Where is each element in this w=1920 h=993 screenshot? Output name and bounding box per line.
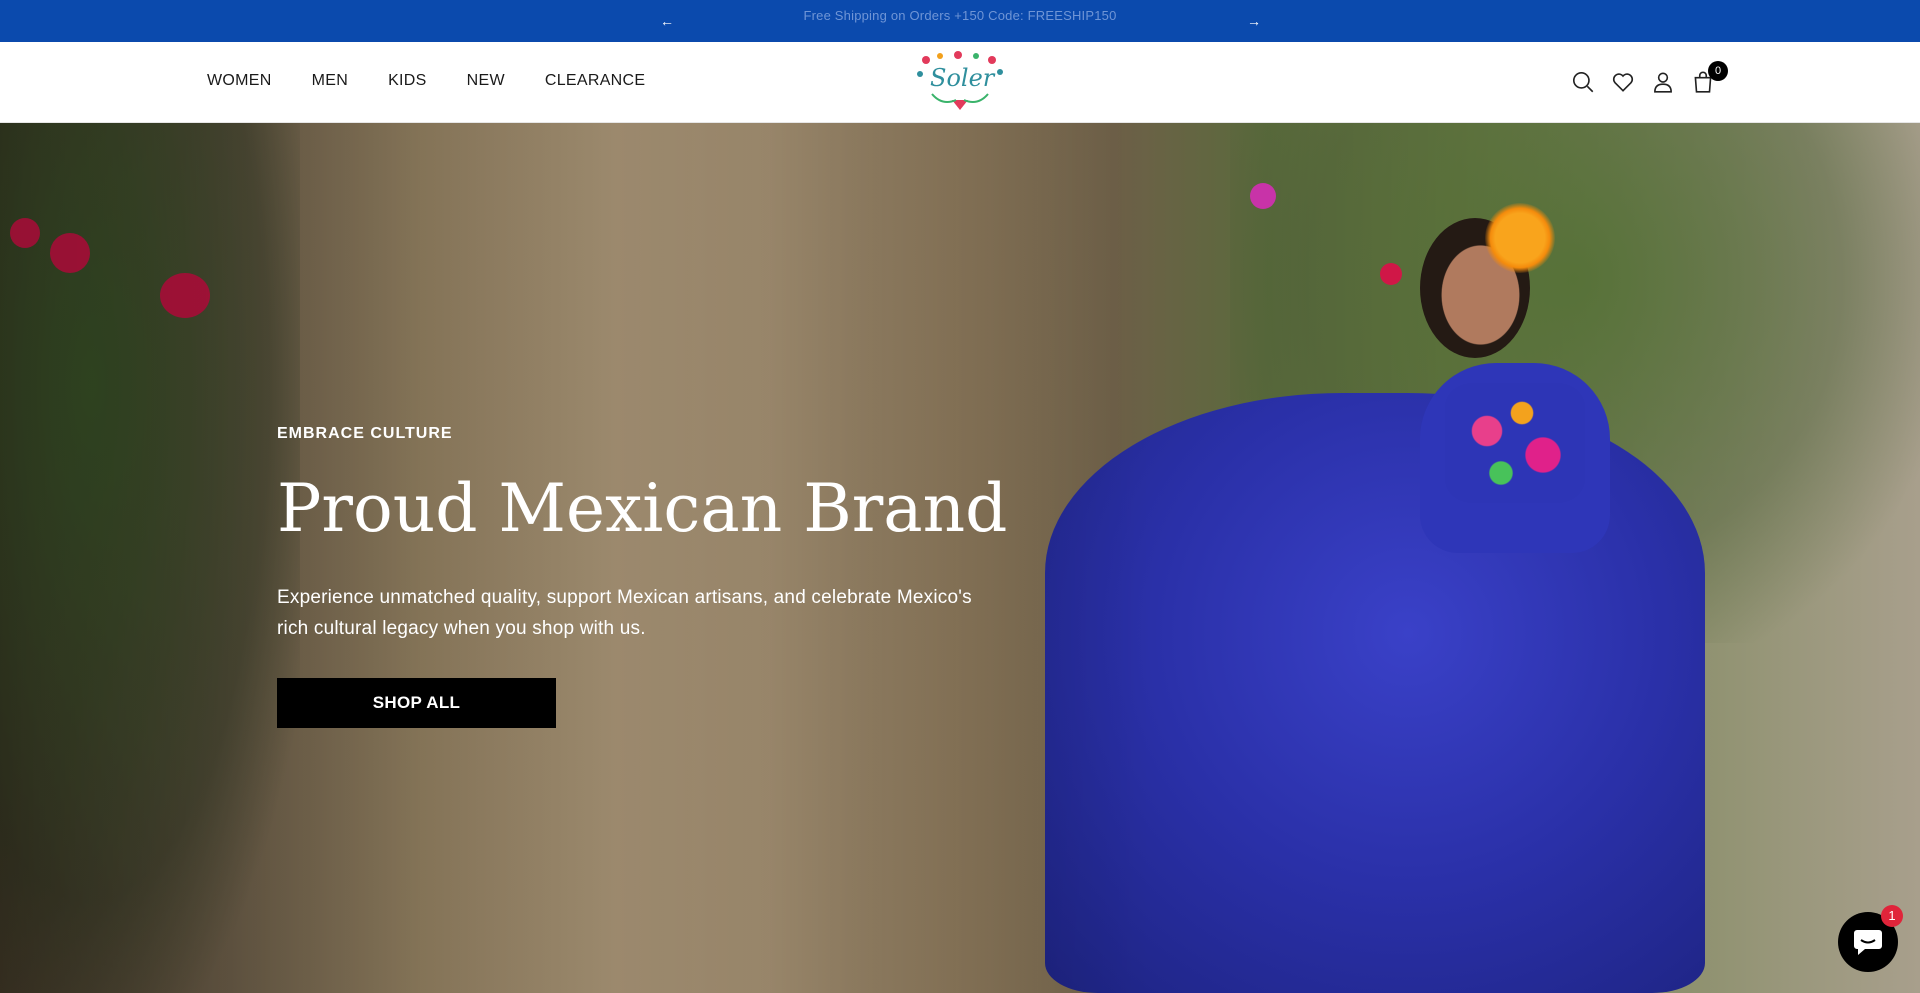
site-header: WOMEN MEN KIDS NEW CLEARANCE Soler 0 xyxy=(0,42,1920,123)
chat-badge: 1 xyxy=(1881,905,1903,927)
hero-eyebrow: EMBRACE CULTURE xyxy=(277,425,453,442)
heart-icon[interactable] xyxy=(1610,69,1638,97)
account-icon[interactable] xyxy=(1650,69,1678,97)
hero-content: EMBRACE CULTURE Proud Mexican Brand Expe… xyxy=(277,424,1037,728)
announcement-message: Free Shipping on Orders +150 Code: FREES… xyxy=(803,8,1117,23)
hero-headline: Proud Mexican Brand xyxy=(277,470,1008,547)
logo-text: Soler xyxy=(930,64,995,92)
nav-item-clearance[interactable]: CLEARANCE xyxy=(545,70,646,92)
hero-subtext: Experience unmatched quality, support Me… xyxy=(277,587,972,639)
search-icon[interactable] xyxy=(1570,69,1598,97)
shop-all-button[interactable]: SHOP ALL xyxy=(277,678,556,728)
main-nav: WOMEN MEN KIDS NEW CLEARANCE xyxy=(207,70,685,92)
announcement-prev-button[interactable]: ← xyxy=(657,11,677,31)
nav-item-men[interactable]: MEN xyxy=(312,70,348,92)
nav-item-kids[interactable]: KIDS xyxy=(388,70,427,92)
cart-count-badge: 0 xyxy=(1708,61,1728,81)
announcement-bar: ← Free Shipping on Orders +150 Code: FRE… xyxy=(0,0,1920,42)
header-icons: 0 xyxy=(1570,61,1730,97)
chat-icon xyxy=(1854,930,1882,955)
nav-item-women[interactable]: WOMEN xyxy=(207,70,272,92)
announcement-next-button[interactable]: → xyxy=(1244,11,1264,31)
cart-icon[interactable]: 0 xyxy=(1690,61,1728,97)
nav-item-new[interactable]: NEW xyxy=(467,70,505,92)
hero-banner: EMBRACE CULTURE Proud Mexican Brand Expe… xyxy=(0,123,1920,993)
brand-logo[interactable]: Soler xyxy=(912,50,1008,114)
